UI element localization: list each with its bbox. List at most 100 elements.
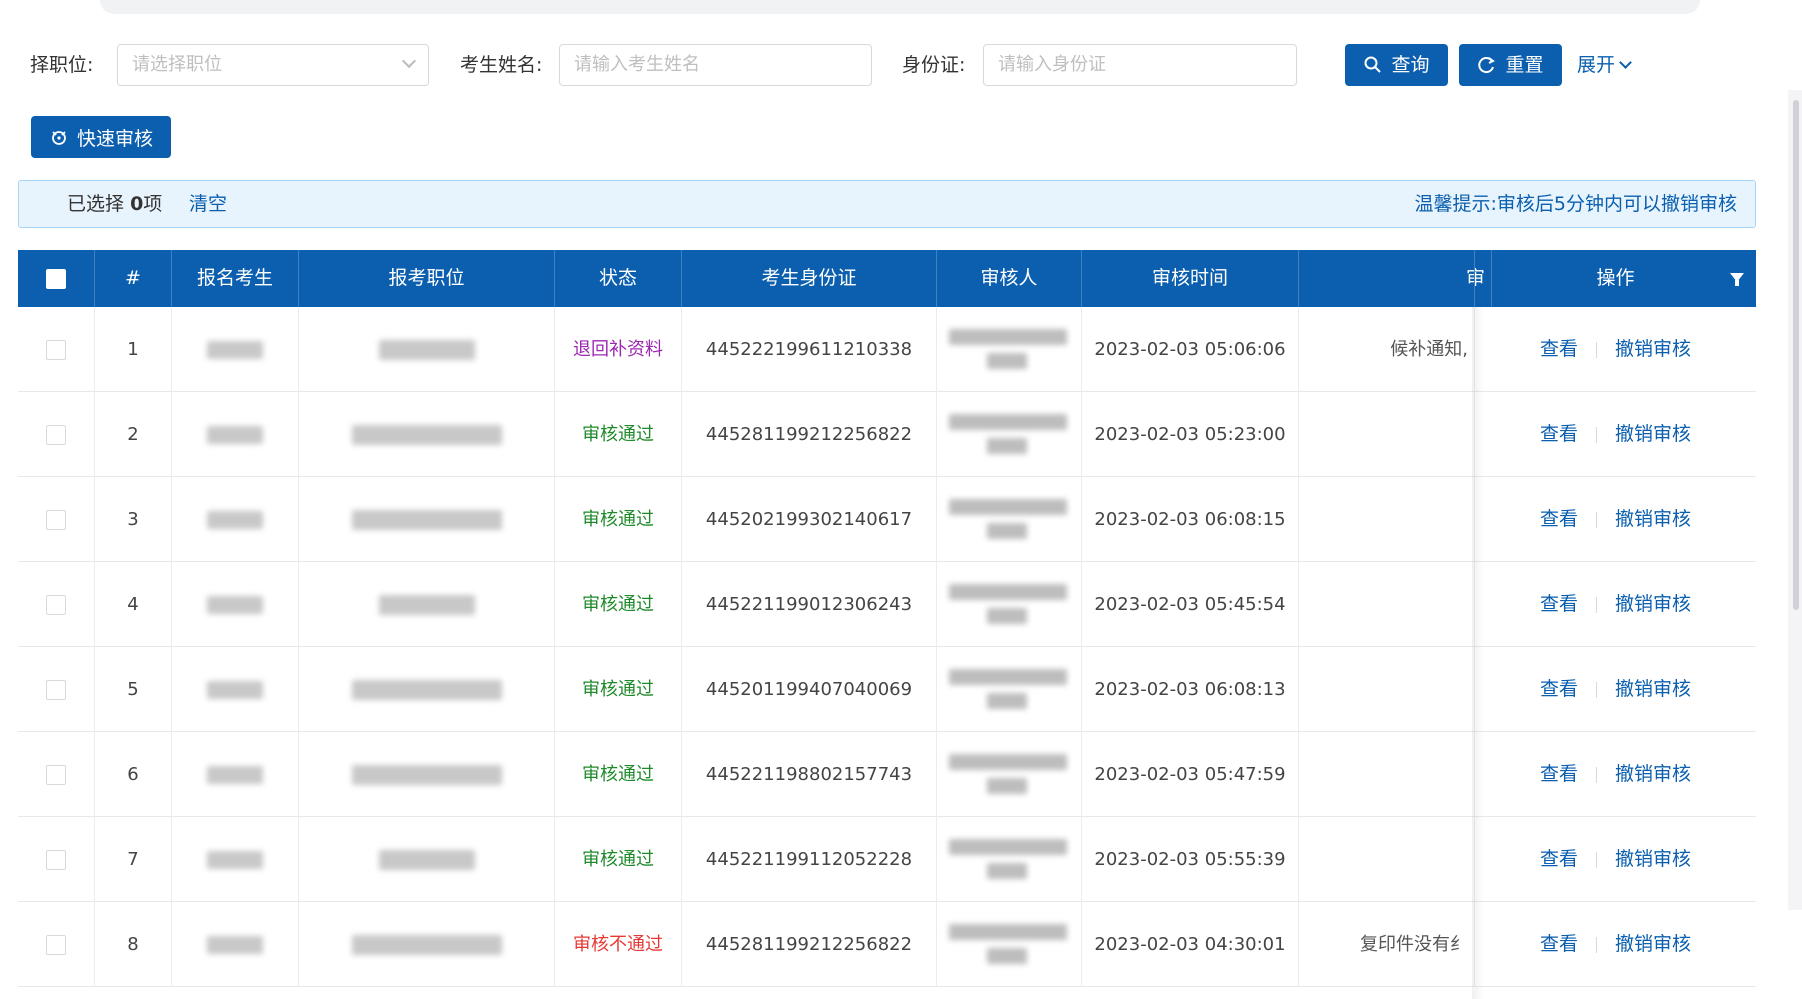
row-select-cell[interactable] xyxy=(18,732,95,817)
top-shade xyxy=(100,0,1700,14)
view-link[interactable]: 查看 xyxy=(1540,647,1578,732)
row-select-cell[interactable] xyxy=(18,562,95,647)
table-row: 1 退回补资料 445222199611210338 2023-02-03 05:06… xyxy=(18,307,1756,392)
row-actions: 查看 撤销审核 xyxy=(1474,307,1756,392)
row-checkbox[interactable] xyxy=(46,510,66,530)
selected-count-value: 0 xyxy=(130,193,144,215)
row-select-cell[interactable] xyxy=(18,902,95,987)
review-time: 2023-02-03 05:06:06 xyxy=(1082,307,1299,392)
select-all-checkbox[interactable] xyxy=(46,269,66,289)
id-card-number: 445281199212256822 xyxy=(682,902,937,987)
view-link[interactable]: 查看 xyxy=(1540,732,1578,817)
reviewer-redacted xyxy=(937,307,1082,392)
reviewer-redacted xyxy=(937,817,1082,902)
row-checkbox[interactable] xyxy=(46,595,66,615)
remark-text: 候补通知, xyxy=(1390,339,1468,360)
id-card-number: 445222199611210338 xyxy=(682,307,937,392)
header-actions: 操作 xyxy=(1474,250,1756,307)
quick-review-icon xyxy=(52,131,66,145)
table-row: 7 审核通过 445221199112052228 2023-02-03 05:55:… xyxy=(18,817,1756,902)
view-link[interactable]: 查看 xyxy=(1540,307,1578,392)
status-text: 退回补资料 xyxy=(555,307,682,392)
revoke-review-link[interactable]: 撤销审核 xyxy=(1615,902,1691,987)
revoke-review-link[interactable]: 撤销审核 xyxy=(1615,307,1691,392)
row-checkbox[interactable] xyxy=(46,340,66,360)
position-redacted xyxy=(299,902,555,987)
view-link[interactable]: 查看 xyxy=(1540,902,1578,987)
filter-bar: 择职位: 请选择职位 考生姓名: 请输入考生姓名 身份证: 请输入身份证 查询 … xyxy=(30,44,1750,86)
row-checkbox[interactable] xyxy=(46,425,66,445)
action-group: 查看 撤销审核 xyxy=(1475,732,1756,817)
row-select-cell[interactable] xyxy=(18,477,95,562)
revoke-review-link[interactable]: 撤销审核 xyxy=(1615,732,1691,817)
chevron-down-icon xyxy=(1619,56,1632,69)
revoke-review-link[interactable]: 撤销审核 xyxy=(1615,562,1691,647)
action-separator xyxy=(1596,596,1597,613)
name-input[interactable]: 请输入考生姓名 xyxy=(559,44,872,86)
row-actions: 查看 撤销审核 xyxy=(1474,477,1756,562)
header-id-card: 考生身份证 xyxy=(682,250,937,307)
row-select-cell[interactable] xyxy=(18,307,95,392)
table-row: 5 审核通过 445201199407040069 2023-02-03 06:08:… xyxy=(18,647,1756,732)
reviewer-redacted xyxy=(937,647,1082,732)
quick-review-button[interactable]: 快速审核 xyxy=(31,116,171,158)
name-label: 考生姓名: xyxy=(460,54,543,76)
row-checkbox[interactable] xyxy=(46,935,66,955)
expand-toggle[interactable]: 展开 xyxy=(1577,44,1632,86)
revoke-review-link[interactable]: 撤销审核 xyxy=(1615,477,1691,562)
position-redacted xyxy=(299,562,555,647)
row-checkbox[interactable] xyxy=(46,680,66,700)
view-link[interactable]: 查看 xyxy=(1540,817,1578,902)
header-index: # xyxy=(95,250,172,307)
row-actions: 查看 撤销审核 xyxy=(1474,902,1756,987)
table-row: 2 审核通过 445281199212256822 2023-02-03 05:23:… xyxy=(18,392,1756,477)
status-text: 审核不通过 xyxy=(555,902,682,987)
table-row: 6 审核通过 445221198802157743 2023-02-03 05:47:… xyxy=(18,732,1756,817)
header-review-time: 审核时间 xyxy=(1082,250,1299,307)
clear-selection-link[interactable]: 清空 xyxy=(189,181,227,227)
remark-text xyxy=(1299,477,1474,562)
view-link[interactable]: 查看 xyxy=(1540,477,1578,562)
position-redacted xyxy=(299,732,555,817)
review-time: 2023-02-03 05:55:39 xyxy=(1082,817,1299,902)
candidate-name-redacted xyxy=(172,392,299,477)
view-link[interactable]: 查看 xyxy=(1540,392,1578,477)
row-index: 4 xyxy=(95,562,172,647)
reset-button-label: 重置 xyxy=(1505,54,1544,76)
fixed-column-shadow xyxy=(1472,307,1484,999)
reviewer-redacted xyxy=(937,477,1082,562)
row-select-cell[interactable] xyxy=(18,817,95,902)
reset-button[interactable]: 重置 xyxy=(1459,44,1562,86)
position-redacted xyxy=(299,307,555,392)
reviewer-redacted xyxy=(937,902,1082,987)
revoke-review-link[interactable]: 撤销审核 xyxy=(1615,647,1691,732)
row-select-cell[interactable] xyxy=(18,392,95,477)
review-time: 2023-02-03 04:30:01 xyxy=(1082,902,1299,987)
revoke-review-link[interactable]: 撤销审核 xyxy=(1615,817,1691,902)
header-select-all[interactable] xyxy=(18,250,95,307)
review-time: 2023-02-03 05:23:00 xyxy=(1082,392,1299,477)
reviewer-redacted xyxy=(937,732,1082,817)
row-actions: 查看 撤销审核 xyxy=(1474,732,1756,817)
row-select-cell[interactable] xyxy=(18,647,95,732)
candidate-name-redacted xyxy=(172,562,299,647)
row-checkbox[interactable] xyxy=(46,765,66,785)
revoke-review-link[interactable]: 撤销审核 xyxy=(1615,392,1691,477)
id-input[interactable]: 请输入身份证 xyxy=(983,44,1297,86)
row-checkbox[interactable] xyxy=(46,850,66,870)
row-actions: 查看 撤销审核 xyxy=(1474,562,1756,647)
action-separator xyxy=(1596,766,1597,783)
scrollbar-thumb[interactable] xyxy=(1793,100,1799,610)
filter-icon[interactable] xyxy=(1730,273,1744,286)
search-button[interactable]: 查询 xyxy=(1345,44,1448,86)
quick-review-label: 快速审核 xyxy=(76,127,153,150)
view-link[interactable]: 查看 xyxy=(1540,562,1578,647)
id-card-number: 445281199212256822 xyxy=(682,392,937,477)
tip-text: 温馨提示:审核后5分钟内可以撤销审核 xyxy=(1414,193,1738,215)
remark-text: 复印件没有纟 xyxy=(1360,934,1468,955)
row-index: 2 xyxy=(95,392,172,477)
action-group: 查看 撤销审核 xyxy=(1475,477,1756,562)
position-select[interactable]: 请选择职位 xyxy=(117,44,429,86)
row-index: 3 xyxy=(95,477,172,562)
header-actions-label: 操作 xyxy=(1596,267,1635,289)
